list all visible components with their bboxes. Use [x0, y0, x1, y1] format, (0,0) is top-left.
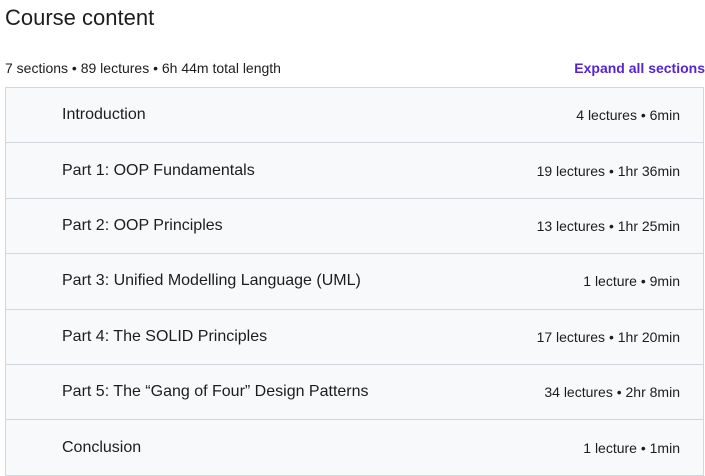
section-part-4[interactable]: Part 4: The SOLID Principles 17 lectures… — [6, 309, 703, 365]
section-meta: 17 lectures • 1hr 20min — [536, 328, 680, 345]
section-title: Part 3: Unified Modelling Language (UML) — [62, 272, 361, 290]
section-title: Part 4: The SOLID Principles — [62, 327, 268, 345]
section-title: Part 5: The “Gang of Four” Design Patter… — [62, 383, 369, 401]
section-meta: 13 lectures • 1hr 25min — [536, 217, 680, 234]
section-meta: 34 lectures • 2hr 8min — [544, 384, 680, 401]
course-content-heading: Course content — [5, 5, 155, 30]
course-summary-row: 7 sections • 89 lectures • 6h 44m total … — [5, 58, 705, 78]
section-part-1[interactable]: Part 1: OOP Fundamentals 19 lectures • 1… — [6, 143, 703, 199]
section-part-2[interactable]: Part 2: OOP Principles 13 lectures • 1hr… — [6, 198, 703, 255]
section-introduction[interactable]: Introduction 4 lectures • 6min — [6, 88, 703, 144]
section-title: Part 1: OOP Fundamentals — [62, 161, 255, 179]
section-meta: 4 lectures • 6min — [576, 107, 680, 124]
section-meta: 19 lectures • 1hr 36min — [536, 162, 680, 179]
section-title: Introduction — [62, 106, 146, 124]
section-part-3[interactable]: Part 3: Unified Modelling Language (UML)… — [6, 254, 703, 310]
section-part-5[interactable]: Part 5: The “Gang of Four” Design Patter… — [6, 364, 703, 421]
section-meta: 1 lecture • 9min — [583, 273, 680, 290]
expand-all-sections-button[interactable]: Expand all sections — [574, 58, 705, 78]
section-title: Conclusion — [62, 438, 142, 456]
course-summary: 7 sections • 89 lectures • 6h 44m total … — [5, 60, 281, 76]
section-title: Part 2: OOP Principles — [62, 216, 223, 234]
course-sections-list: Introduction 4 lectures • 6min Part 1: O… — [5, 87, 704, 476]
section-conclusion[interactable]: Conclusion 1 lecture • 1min — [6, 420, 703, 476]
section-meta: 1 lecture • 1min — [583, 439, 680, 456]
